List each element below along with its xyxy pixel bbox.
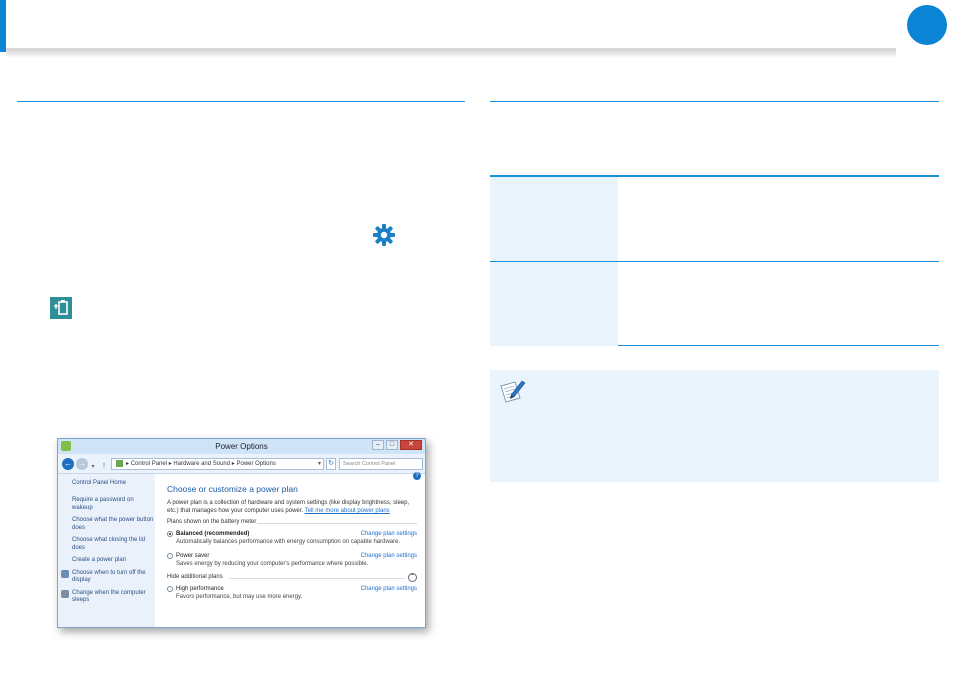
note-box <box>490 370 939 482</box>
sidebar-item-turn-off-display[interactable]: Choose when to turn off the display <box>61 569 155 585</box>
window-title: Power Options <box>215 442 268 451</box>
chapter-accent-bar <box>0 0 6 52</box>
intro-text: A power plan is a collection of hardware… <box>167 499 417 515</box>
sidebar-item-closing-lid[interactable]: Choose what closing the lid does <box>72 537 155 552</box>
page-title: Choose or customize a power plan <box>167 484 298 494</box>
table-row <box>490 177 939 261</box>
sidebar-item-computer-sleeps[interactable]: Change when the computer sleeps <box>61 589 155 605</box>
breadcrumb-sep: ▸ <box>126 461 130 467</box>
settings-charm-icon <box>50 297 72 319</box>
plan-power-saver-radio[interactable] <box>167 553 173 559</box>
address-box[interactable]: ▸ Control Panel ▸ Hardware and Sound ▸ P… <box>111 458 324 470</box>
plan-high-performance: High performance Change plan settings Fa… <box>167 585 417 601</box>
breadcrumb-sep: ▸ <box>231 461 235 467</box>
hide-additional-plans-label: Hide additional plans <box>167 574 223 580</box>
window-controls: – □ ✕ <box>372 440 422 450</box>
help-icon[interactable]: ? <box>413 472 421 480</box>
right-section-rule <box>490 101 939 102</box>
breadcrumb-sep: ▸ <box>168 461 172 467</box>
gear-icon <box>373 224 395 246</box>
up-button[interactable]: ↑ <box>99 459 109 470</box>
plan-description: Saves energy by reducing your computer's… <box>176 561 369 567</box>
sidebar-item-label: Change when the computer sleeps <box>72 589 146 604</box>
sidebar-item-create-plan[interactable]: Create a power plan <box>72 557 155 565</box>
change-plan-settings-link[interactable]: Change plan settings <box>361 585 417 593</box>
power-options-window: Power Options – □ ✕ ← → ▾ ↑ ▸ Control Pa… <box>57 438 426 628</box>
breadcrumb-control-panel[interactable]: Control Panel <box>131 461 167 467</box>
note-pen-icon <box>500 380 526 403</box>
left-section-rule <box>17 101 465 102</box>
sidebar-item-power-button[interactable]: Choose what the power button does <box>72 517 155 532</box>
minimize-button[interactable]: – <box>372 440 384 450</box>
info-table <box>490 175 939 346</box>
breadcrumb-hardware-and-sound[interactable]: Hardware and Sound <box>173 461 230 467</box>
power-plans-help-link[interactable]: Tell me more about power plans <box>305 508 390 514</box>
window-body: Control Panel Home Require a password on… <box>58 472 425 627</box>
hide-additional-plans[interactable]: Hide additional plans ⌃ <box>167 573 417 582</box>
address-dropdown-icon[interactable]: ▾ <box>318 459 321 469</box>
address-bar-row: ← → ▾ ↑ ▸ Control Panel ▸ Hardware and S… <box>58 454 425 474</box>
table-row <box>490 261 939 346</box>
plan-power-saver: Power saver Change plan settings Saves e… <box>167 552 417 568</box>
main-content: ? Choose or customize a power plan A pow… <box>155 472 425 627</box>
table-row-header-cell <box>490 262 618 346</box>
maximize-button[interactable]: □ <box>386 440 398 450</box>
sidebar: Control Panel Home Require a password on… <box>58 474 155 627</box>
plan-description: Favors performance, but may use more ene… <box>176 594 303 600</box>
sidebar-item-require-password[interactable]: Require a password on wakeup <box>72 497 155 512</box>
recent-locations-button[interactable]: ▾ <box>89 461 97 470</box>
plan-description: Automatically balances performance with … <box>176 539 401 545</box>
refresh-button[interactable]: ↻ <box>326 458 336 470</box>
sidebar-control-panel-home[interactable]: Control Panel Home <box>72 480 155 486</box>
forward-button[interactable]: → <box>76 458 88 470</box>
window-titlebar: Power Options – □ ✕ <box>58 439 425 454</box>
change-plan-settings-link[interactable]: Change plan settings <box>361 530 417 538</box>
collapse-chevron-icon[interactable]: ⌃ <box>408 573 417 582</box>
plans-shown-heading: Plans shown on the battery meter <box>167 519 417 525</box>
display-icon <box>61 569 69 578</box>
table-row-header-cell <box>490 177 618 261</box>
breadcrumb-power-options[interactable]: Power Options <box>236 461 275 467</box>
change-plan-settings-link[interactable]: Change plan settings <box>361 552 417 560</box>
plan-balanced: Balanced (recommended) Change plan setti… <box>167 530 417 546</box>
control-panel-icon <box>116 459 123 467</box>
header-divider <box>6 48 896 58</box>
plan-balanced-radio[interactable] <box>167 531 173 537</box>
back-button[interactable]: ← <box>62 458 74 470</box>
close-button[interactable]: ✕ <box>400 440 422 450</box>
sidebar-item-label: Choose when to turn off the display <box>72 569 146 584</box>
search-input[interactable]: Search Control Panel <box>339 458 423 470</box>
plan-high-performance-radio[interactable] <box>167 586 173 592</box>
page-number-badge <box>907 5 947 45</box>
sleep-icon <box>61 589 69 598</box>
